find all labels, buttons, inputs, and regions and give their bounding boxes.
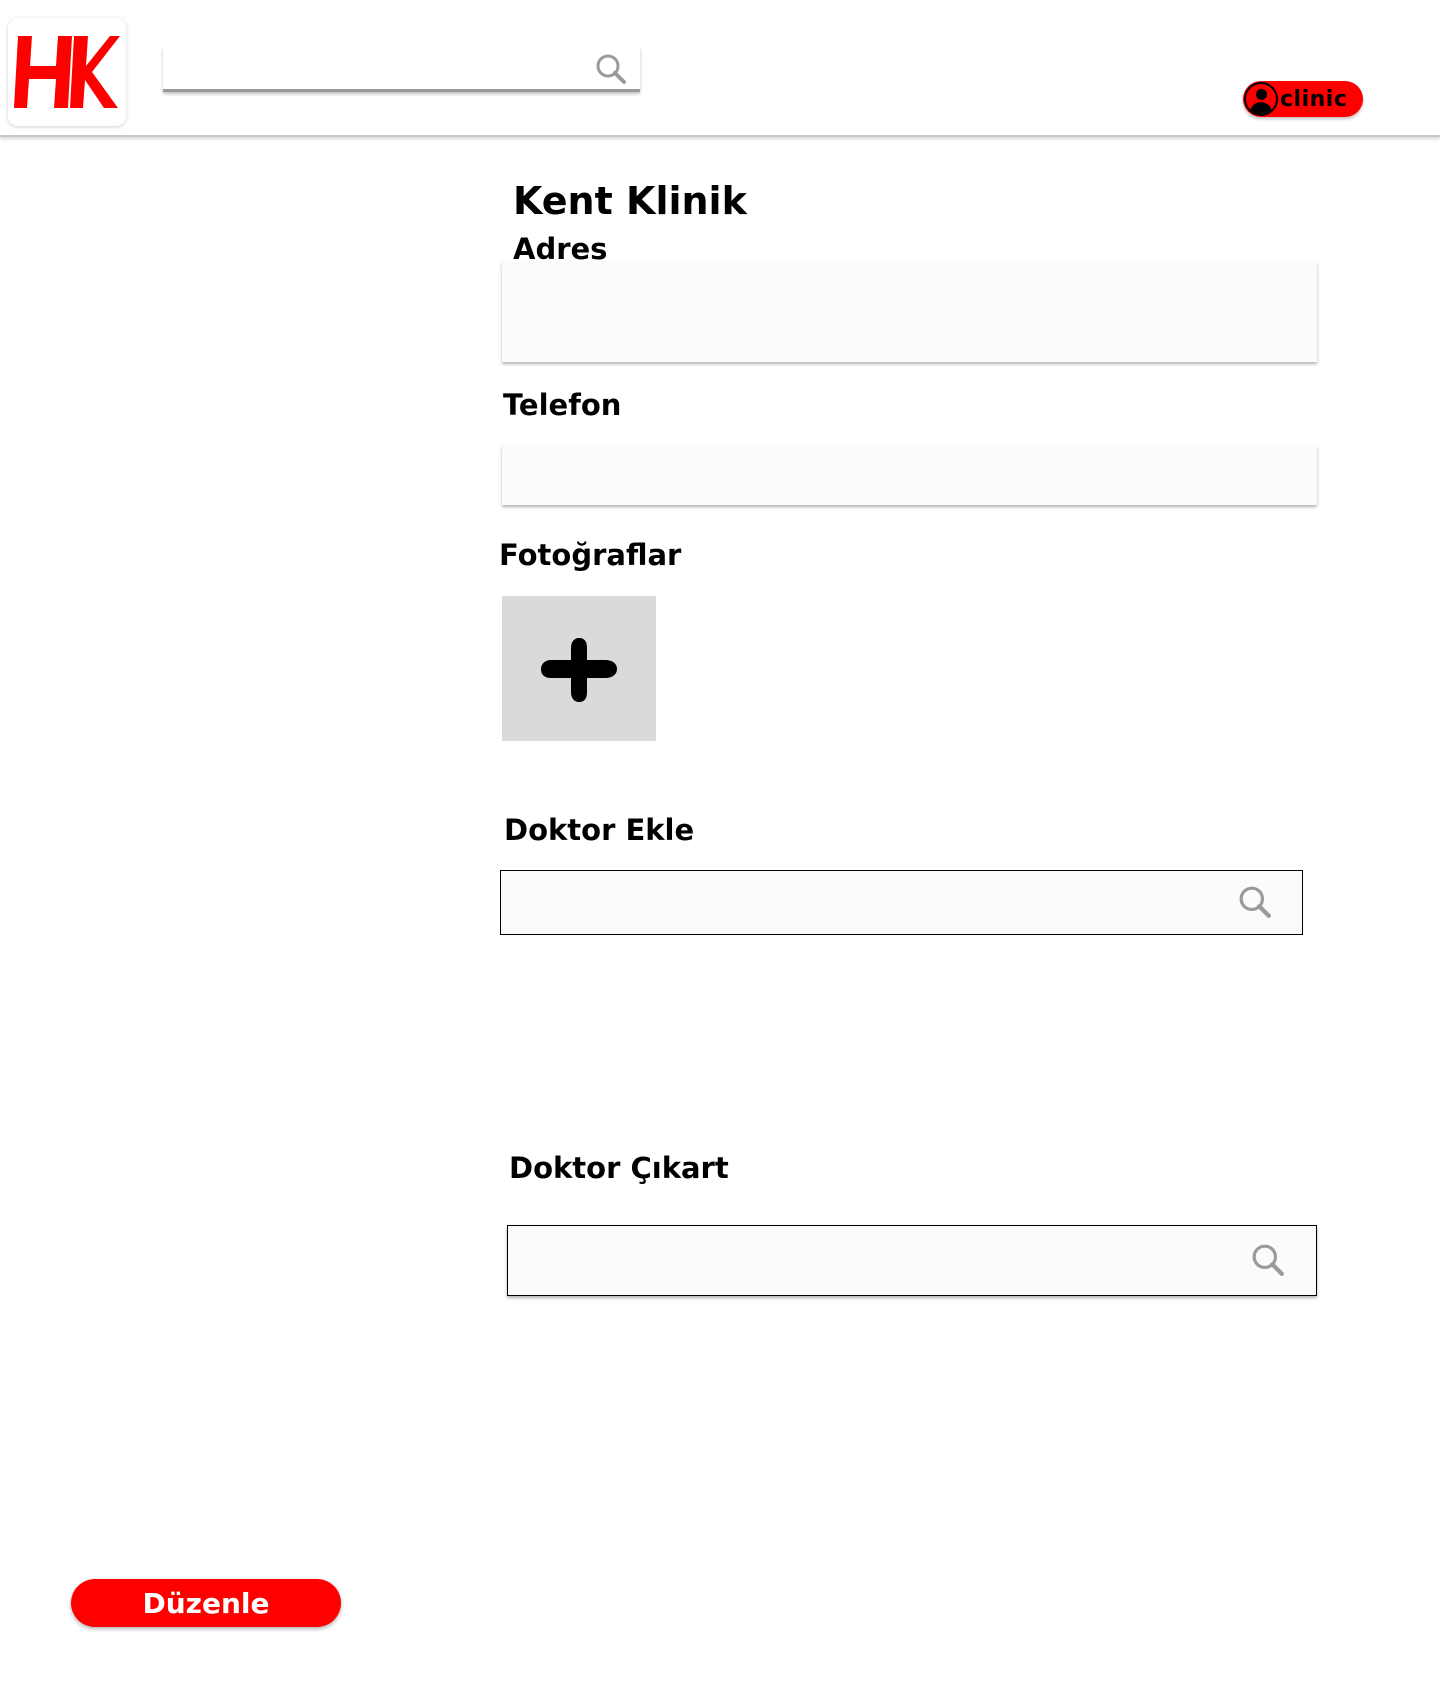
- page-title: Kent Klinik: [513, 179, 747, 223]
- hk-logo-mark: [14, 36, 120, 108]
- plus-icon: [541, 637, 617, 702]
- edit-button[interactable]: Düzenle: [71, 1579, 341, 1627]
- add-doctor-input[interactable]: [501, 871, 1221, 934]
- address-field[interactable]: [502, 262, 1317, 362]
- add-doctor-search[interactable]: [500, 870, 1303, 935]
- top-header: clinic: [0, 0, 1440, 137]
- header-search-input[interactable]: [163, 47, 583, 89]
- add-doctor-label: Doktor Ekle: [504, 813, 695, 847]
- phone-field[interactable]: [502, 445, 1317, 505]
- user-account-button[interactable]: clinic: [1243, 81, 1363, 117]
- user-role-label: clinic: [1280, 86, 1348, 112]
- phone-label: Telefon: [503, 388, 622, 422]
- add-photo-button[interactable]: [502, 596, 656, 741]
- photos-label: Fotoğraflar: [499, 538, 682, 572]
- search-icon[interactable]: [595, 53, 627, 85]
- logo[interactable]: [8, 18, 126, 126]
- remove-doctor-input[interactable]: [508, 1226, 1238, 1295]
- user-icon: [1244, 82, 1278, 116]
- search-icon[interactable]: [1238, 885, 1272, 919]
- remove-doctor-label: Doktor Çıkart: [509, 1151, 729, 1185]
- search-icon[interactable]: [1251, 1243, 1285, 1277]
- header-search[interactable]: [163, 47, 640, 92]
- remove-doctor-search[interactable]: [507, 1225, 1317, 1296]
